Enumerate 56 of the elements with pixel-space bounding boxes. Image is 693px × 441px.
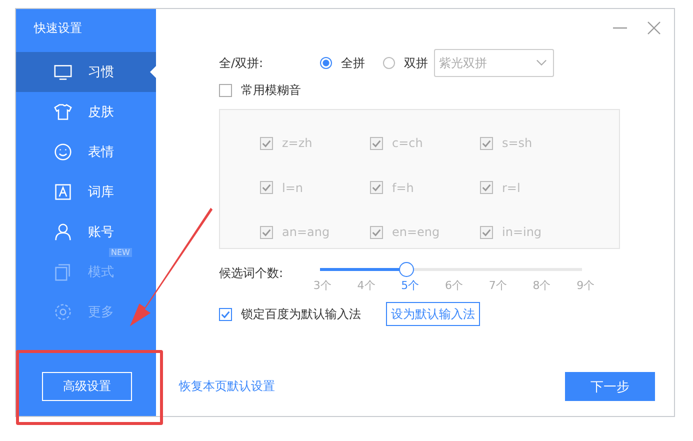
checkbox[interactable] xyxy=(480,136,493,150)
close-icon[interactable] xyxy=(647,21,661,35)
fuzzy-pair-label: an=ang xyxy=(282,225,330,240)
shirt-icon xyxy=(54,103,72,121)
fuzzy-pair-label: z=zh xyxy=(282,136,312,150)
checkbox[interactable] xyxy=(370,136,383,150)
smiley-icon xyxy=(54,143,72,161)
fuzzy-pair-label: s=sh xyxy=(502,136,532,150)
slider-thumb[interactable] xyxy=(399,262,414,277)
fuzzy-sound-label: 常用模糊音 xyxy=(241,82,301,99)
tick-label: 8个 xyxy=(532,278,552,293)
checkbox[interactable] xyxy=(219,84,232,97)
checkbox[interactable] xyxy=(219,308,232,320)
candidate-count-label: 候选词个数: xyxy=(219,265,284,282)
fuzzy-pair-label: c=ch xyxy=(392,136,423,150)
fuzzy-pair-label: l=n xyxy=(282,180,303,195)
tick-label: 4个 xyxy=(356,278,376,293)
restore-defaults-link[interactable]: 恢复本页默认设置 xyxy=(179,378,275,395)
fuzzy-pair-label: en=eng xyxy=(392,225,440,240)
sidebar-item[interactable]: 皮肤 xyxy=(16,92,156,132)
new-badge: NEW xyxy=(109,248,132,257)
tick-label: 6个 xyxy=(444,278,464,293)
radio-option[interactable]: 双拼 xyxy=(383,54,428,72)
fuzzy-pair-label: f=h xyxy=(392,180,414,195)
checkbox[interactable] xyxy=(370,181,383,194)
sidebar-item[interactable]: 词库 xyxy=(16,172,156,212)
chevron-down-icon xyxy=(536,59,547,67)
settings-icon xyxy=(54,303,72,321)
next-button[interactable]: 下一步 xyxy=(565,372,655,401)
letter-icon xyxy=(54,183,72,201)
radio-button[interactable] xyxy=(320,57,332,69)
fuzzy-pair-label: in=ing xyxy=(502,225,542,240)
sidebar-item[interactable]: 习惯 xyxy=(16,52,156,92)
checkbox[interactable] xyxy=(480,181,493,194)
checkbox[interactable] xyxy=(260,181,273,194)
pinyin-mode-label: 全/双拼: xyxy=(219,54,264,72)
person-icon xyxy=(54,223,72,241)
sidebar-title: 快速设置 xyxy=(32,20,83,37)
tick-label: 7个 xyxy=(488,278,508,293)
radio-option[interactable]: 全拼 xyxy=(320,54,365,72)
checkbox[interactable] xyxy=(260,226,273,239)
tick-label: 9个 xyxy=(576,278,596,293)
fuzzy-pair-label: r=l xyxy=(502,180,520,195)
radio-button[interactable] xyxy=(383,57,395,69)
slider[interactable] xyxy=(320,261,582,278)
tick-label: 5个 xyxy=(400,278,420,293)
lock-default-label: 锁定百度为默认输入法 xyxy=(241,306,361,322)
checkbox[interactable] xyxy=(480,226,493,239)
checkbox[interactable] xyxy=(370,226,383,239)
monitor-icon xyxy=(54,63,72,81)
pages-icon xyxy=(54,263,72,281)
sidebar-item[interactable]: 表情 xyxy=(16,132,156,172)
set-default-button[interactable]: 设为默认输入法 xyxy=(386,302,480,326)
tick-label: 3个 xyxy=(312,278,332,293)
checkbox[interactable] xyxy=(260,136,273,150)
advanced-settings-button[interactable]: 高级设置 xyxy=(42,372,132,401)
